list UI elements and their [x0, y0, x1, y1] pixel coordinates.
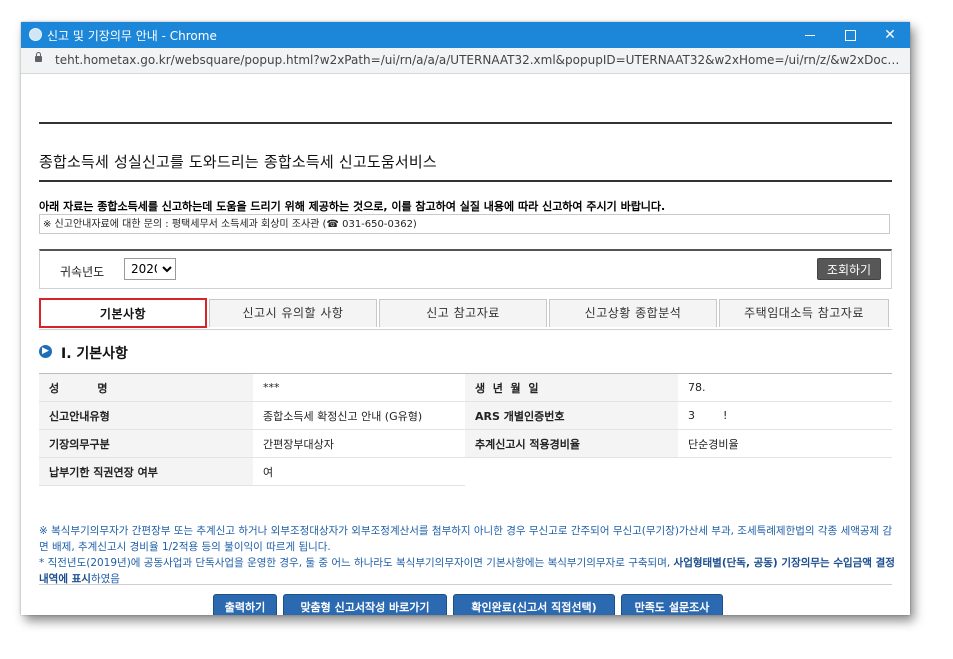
address-bar[interactable]: teht.hometax.go.kr/websquare/popup.html?…: [21, 48, 910, 74]
browser-window: 신고 및 기장의무 안내 - Chrome ✕ teht.hometax.go.…: [21, 22, 910, 615]
table-row: 신고안내유형 종합소득세 확정신고 안내 (G유형) ARS 개별인증번호 3 …: [39, 401, 892, 430]
label-bookkeeping: 기장의무구분: [39, 429, 253, 458]
value-name: ***: [253, 373, 465, 402]
minimize-icon: [805, 34, 815, 36]
arrow-bullet-icon: ▶: [39, 345, 52, 358]
label-name: 성 명: [39, 373, 253, 402]
note-penalty: ※ 복식부기의무자가 간편장부 또는 추계신고 하거나 외부조정대상자가 외부조…: [39, 525, 893, 553]
maximize-icon: [844, 29, 856, 41]
section-title: Ⅰ. 기본사항: [61, 346, 128, 362]
survey-button[interactable]: 만족도 설문조사: [621, 594, 723, 615]
confirm-button[interactable]: 확인완료(신고서 직접선택): [453, 594, 615, 615]
bottom-divider: [39, 584, 892, 585]
chrome-icon: [29, 28, 42, 41]
minimize-button[interactable]: [790, 22, 830, 48]
label-expense-rate: 추계신고시 적용경비율: [465, 429, 678, 458]
tab-filing-analysis[interactable]: 신고상황 종합분석: [549, 299, 717, 327]
table-row: 기장의무구분 간편장부대상자 추계신고시 적용경비율 단순경비율: [39, 429, 892, 458]
header-rule: [39, 122, 892, 124]
value-bookkeeping: 간편장부대상자: [253, 429, 465, 458]
label-birthdate: 생 년 월 일: [465, 373, 678, 402]
tab-rental-income[interactable]: 주택임대소득 참고자료: [719, 299, 889, 327]
label-deadline-extension: 납부기한 직권연장 여부: [39, 457, 253, 486]
value-deadline-extension: 여: [253, 457, 465, 486]
custom-report-button[interactable]: 맞춤형 신고서작성 바로가기: [283, 594, 447, 615]
label-ars-number: ARS 개별인증번호: [465, 401, 678, 430]
close-button[interactable]: ✕: [870, 22, 910, 48]
tab-bar: 기본사항 신고시 유의할 사항 신고 참고자료 신고상황 종합분석 주택임대소득…: [39, 298, 892, 330]
value-expense-rate: 단순경비율: [678, 429, 892, 458]
search-panel: 귀속년도 2020 조회하기: [39, 249, 892, 289]
empty-cell: [465, 458, 678, 486]
window-title: 신고 및 기장의무 안내 - Chrome: [47, 29, 217, 43]
label-guide-type: 신고안내유형: [39, 401, 253, 430]
print-button[interactable]: 출력하기: [213, 594, 277, 615]
year-label: 귀속년도: [60, 265, 105, 279]
title-rule: [39, 180, 892, 182]
table-row: 납부기한 직권연장 여부 여: [39, 457, 892, 486]
note-text: * 직전년도(2019년)에 공동사업과 단독사업을 운영한 경우, 둘 중 어…: [39, 557, 674, 569]
empty-cell: [678, 458, 892, 486]
tab-filing-reference[interactable]: 신고 참고자료: [379, 299, 547, 327]
page-title: 종합소득세 성실신고를 도와드리는 종합소득세 신고도움서비스: [39, 153, 437, 171]
page-content: 종합소득세 성실신고를 도와드리는 종합소득세 신고도움서비스 아래 자료는 종…: [21, 74, 910, 615]
search-button[interactable]: 조회하기: [817, 258, 881, 280]
lock-icon: [35, 52, 42, 62]
note-joint-business: * 직전년도(2019년)에 공동사업과 단독사업을 운영한 경우, 둘 중 어…: [39, 555, 899, 587]
basic-info-table: 성 명 *** 생 년 월 일 78. 신고안내유형 종합소득세 확정신고 안내…: [39, 373, 892, 486]
notes: ※ 복식부기의무자가 간편장부 또는 추계신고 하거나 외부조정대상자가 외부조…: [39, 523, 899, 587]
table-row: 성 명 *** 생 년 월 일 78.: [39, 373, 892, 402]
year-select[interactable]: 2020: [124, 258, 176, 280]
title-bar: 신고 및 기장의무 안내 - Chrome ✕: [21, 22, 910, 48]
contact-info: ※ 신고안내자료에 대한 문의 : 평택세무서 소득세과 회상미 조사관 (☎ …: [39, 214, 890, 234]
action-buttons: 출력하기 맞춤형 신고서작성 바로가기 확인완료(신고서 직접선택) 만족도 설…: [21, 594, 910, 615]
url-text[interactable]: teht.hometax.go.kr/websquare/popup.html?…: [55, 53, 901, 67]
value-guide-type: 종합소득세 확정신고 안내 (G유형): [253, 401, 465, 430]
notice-text: 아래 자료는 종합소득세를 신고하는데 도움을 드리기 위해 제공하는 것으로,…: [39, 200, 666, 213]
tab-filing-cautions[interactable]: 신고시 유의할 사항: [209, 299, 377, 327]
maximize-button[interactable]: [830, 22, 870, 48]
value-birthdate: 78.: [678, 373, 892, 402]
value-ars-number: 3 !: [678, 401, 892, 430]
tab-basic-info[interactable]: 기본사항: [39, 298, 207, 328]
